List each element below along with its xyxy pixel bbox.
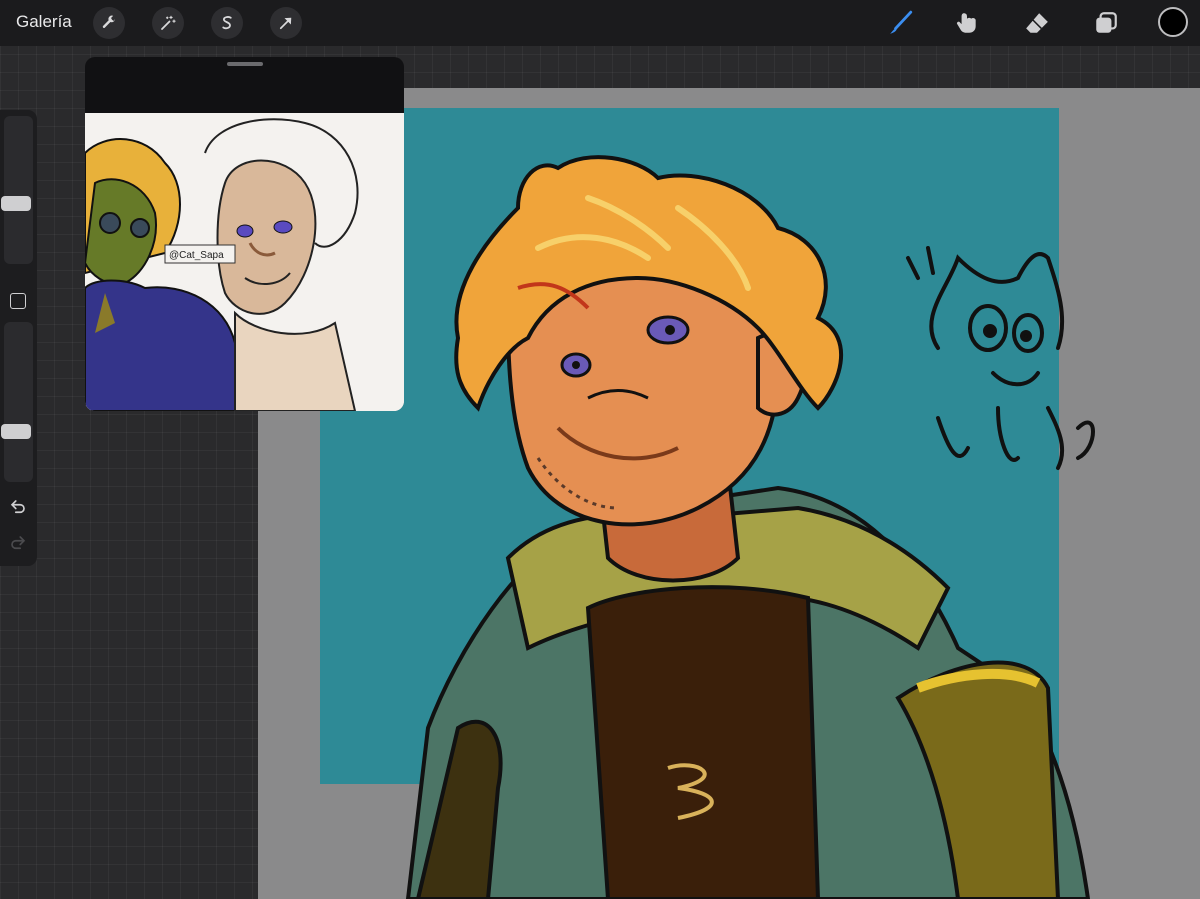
redo-icon[interactable]: [9, 534, 27, 552]
gallery-button[interactable]: Galería: [16, 12, 72, 32]
selection-button[interactable]: [211, 7, 243, 39]
eraser-icon: [1026, 13, 1048, 33]
selection-icon: [222, 16, 232, 30]
color-picker-button[interactable]: [1158, 7, 1188, 37]
undo-icon[interactable]: [9, 498, 27, 516]
actions-button[interactable]: [93, 7, 125, 39]
smudge-tool[interactable]: [952, 8, 982, 38]
brush-icon: [890, 10, 913, 34]
opacity-slider[interactable]: [1, 322, 33, 482]
reference-watermark: @Cat_Sapa: [169, 250, 224, 261]
brush-tool[interactable]: [886, 8, 916, 38]
smudge-icon: [956, 13, 976, 33]
top-toolbar: Galería: [0, 0, 1200, 46]
cat-doodle: [906, 246, 1095, 470]
transform-button[interactable]: [270, 7, 302, 39]
reference-drag-handle[interactable]: [227, 62, 263, 66]
modify-button[interactable]: [10, 293, 26, 309]
reference-window[interactable]: @Cat_Sapa: [85, 57, 404, 411]
eraser-tool[interactable]: [1022, 8, 1052, 38]
reference-image: @Cat_Sapa: [85, 113, 404, 411]
layers-button[interactable]: [1091, 8, 1121, 38]
brush-size-thumb[interactable]: [1, 196, 31, 211]
left-sidebar: [0, 110, 37, 566]
magic-wand-icon: [161, 15, 176, 30]
adjustments-button[interactable]: [152, 7, 184, 39]
transform-arrow-icon: [279, 17, 292, 30]
opacity-thumb[interactable]: [1, 424, 31, 439]
brush-size-slider[interactable]: [1, 116, 33, 264]
wrench-icon: [102, 15, 115, 28]
layers-icon: [1096, 12, 1117, 33]
